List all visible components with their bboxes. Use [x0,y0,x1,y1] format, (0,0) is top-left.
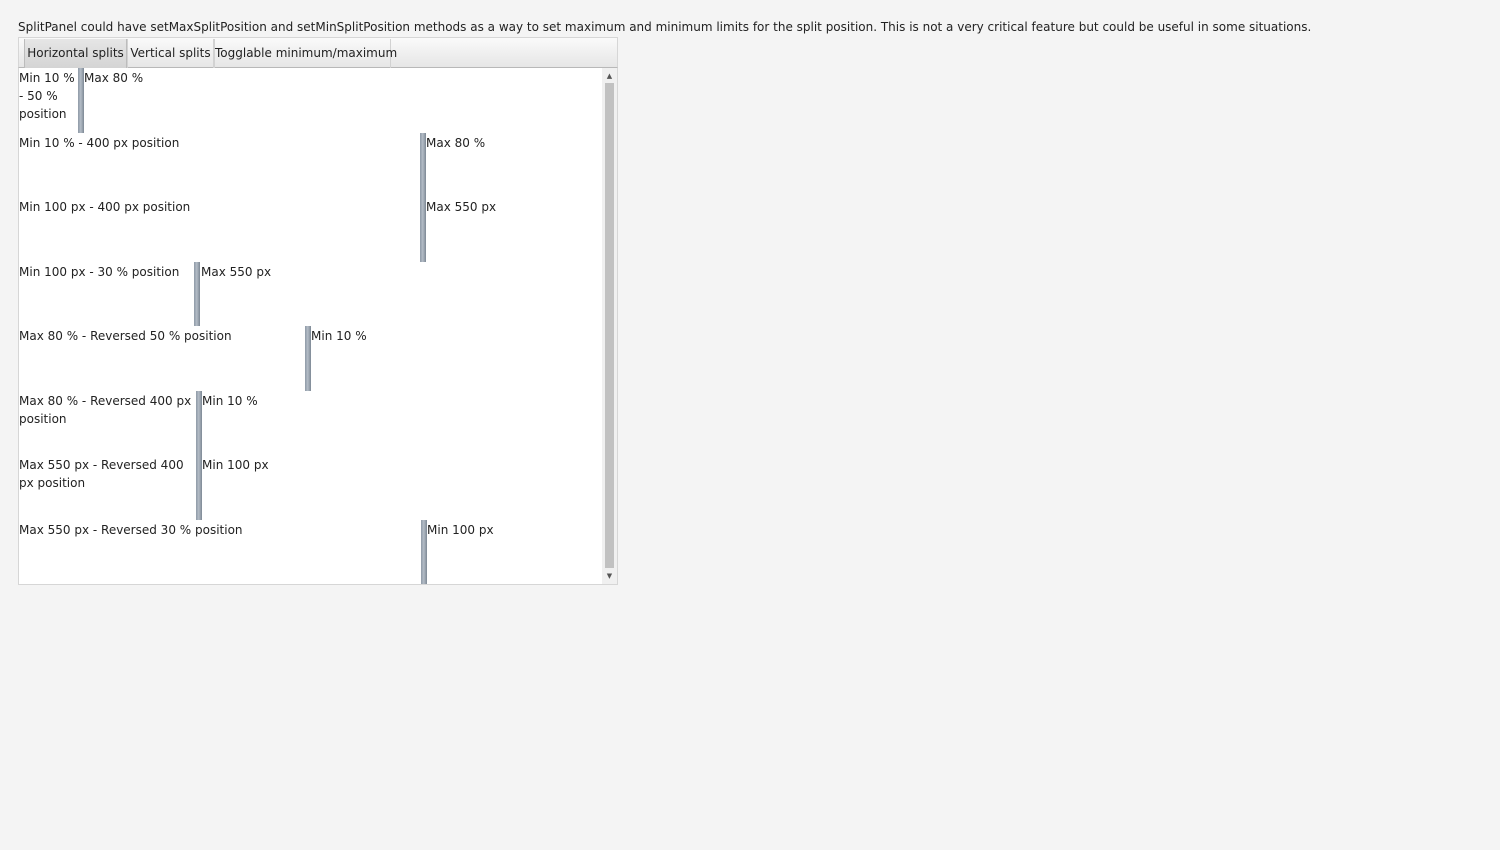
tab-content: Min 10 % - 50 % position Max 80 % Min 10… [18,68,618,585]
first-pane-label: Min 100 px - 400 px position [19,200,191,214]
horizontal-split-panel: Max 550 px - Reversed 400 px position Mi… [19,455,604,520]
horizontal-split-panel: Min 100 px - 400 px position Max 550 px [19,197,604,262]
tab-togglable-minimum-maximum[interactable]: Togglable minimum/maximum [214,39,397,68]
horizontal-split-panel: Min 10 % - 400 px position Max 80 % [19,132,604,197]
second-pane-label: Min 100 px [202,458,269,472]
second-pane-label: Min 100 px [427,522,494,537]
second-pane-label: Max 550 px [201,264,272,279]
first-pane-label: Min 10 % - 50 % position [19,71,75,121]
scrollbar-thumb[interactable] [605,83,614,568]
horizontal-split-panel: Min 100 px - 30 % position Max 550 px [19,261,604,326]
horizontal-split-panel: Min 10 % - 50 % position Max 80 % [19,68,604,133]
second-pane-label: Min 10 % [202,393,258,408]
tab-vertical-splits[interactable]: Vertical splits [127,39,214,68]
triangle-down-icon[interactable]: ▼ [602,569,617,583]
triangle-up-icon[interactable]: ▲ [602,69,617,83]
first-pane-label: Max 80 % - Reversed 50 % position [19,329,232,343]
first-pane-label: Min 100 px - 30 % position [19,264,180,279]
horizontal-split-panel: Max 80 % - Reversed 400 px position Min … [19,390,604,455]
first-pane-label: Max 550 px - Reversed 30 % position [19,522,243,537]
second-pane-label: Max 80 % [426,135,486,150]
tab-horizontal-splits[interactable]: Horizontal splits [24,39,127,68]
second-pane-label: Max 550 px [426,200,497,214]
first-pane-label: Max 80 % - Reversed 400 px position [19,393,192,426]
splits-viewport: Min 10 % - 50 % position Max 80 % Min 10… [19,68,604,584]
second-pane-label: Max 80 % [84,71,144,85]
vertical-scrollbar[interactable]: ▲ ▼ [602,68,617,584]
tab-bar: Horizontal splits Vertical splits Toggla… [18,37,618,68]
first-pane-label: Min 10 % - 400 px position [19,135,180,150]
splitter-handle[interactable] [194,261,200,326]
first-pane-label: Max 550 px - Reversed 400 px position [19,458,184,490]
horizontal-split-panel: Max 80 % - Reversed 50 % position Min 10… [19,326,604,391]
split-panel-tabsheet: Horizontal splits Vertical splits Toggla… [18,37,618,585]
second-pane-label: Min 10 % [311,329,367,343]
page-description: SplitPanel could have setMaxSplitPositio… [18,20,1312,34]
horizontal-split-panel: Max 550 px - Reversed 30 % position Min … [19,519,604,584]
